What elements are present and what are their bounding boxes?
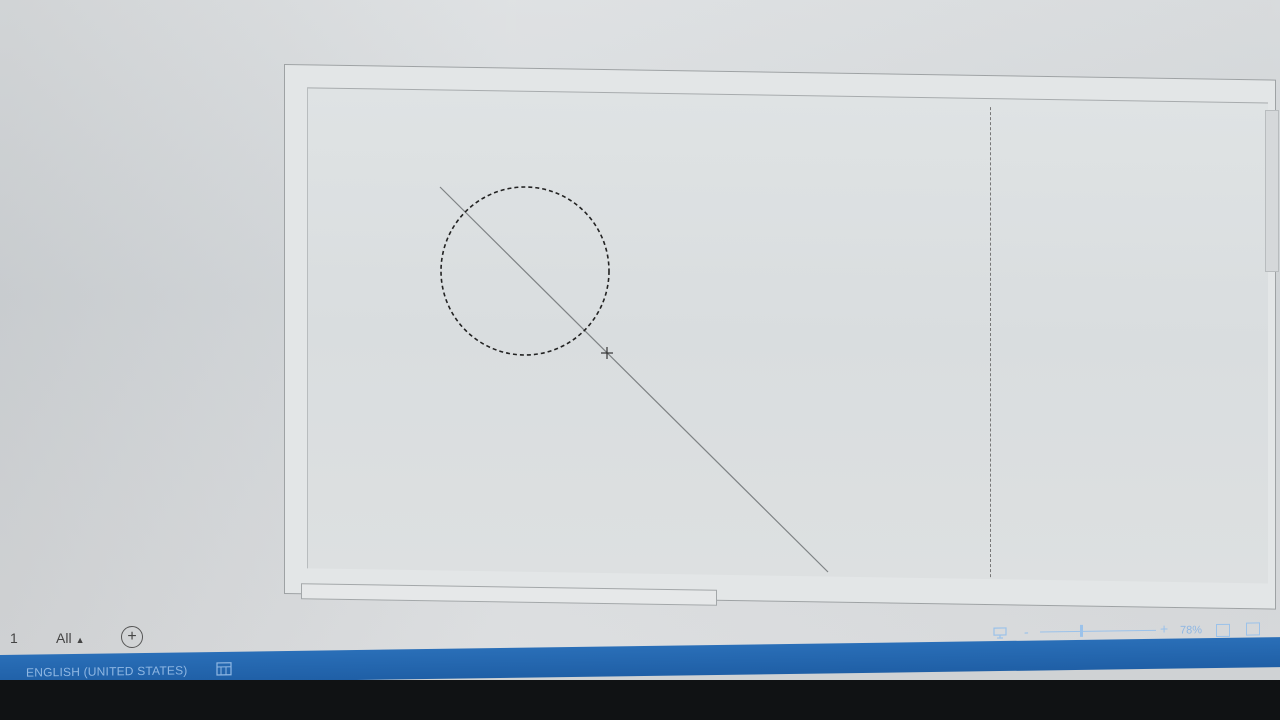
screen-bezel <box>0 680 1280 720</box>
drawing-canvas[interactable] <box>0 0 1280 655</box>
drawing-workspace <box>0 0 1280 655</box>
full-screen-icon[interactable] <box>1246 622 1260 636</box>
tab-all[interactable]: All ▲ <box>56 630 84 646</box>
zoom-out-button[interactable]: - <box>1024 624 1029 640</box>
page-number: 1 <box>10 630 18 646</box>
zoom-slider[interactable]: - + <box>1024 621 1174 640</box>
zoom-track[interactable] <box>1040 629 1156 633</box>
macro-recording-icon[interactable] <box>216 662 232 676</box>
zoom-level[interactable]: 78% <box>1180 624 1202 636</box>
caret-up-icon: ▲ <box>75 635 85 645</box>
plus-circle-icon[interactable]: + <box>121 626 143 648</box>
fit-page-icon[interactable] <box>1216 623 1230 638</box>
language-indicator[interactable]: ENGLISH (UNITED STATES) <box>26 663 188 679</box>
zoom-in-button[interactable]: + <box>1160 621 1168 637</box>
tab-all-label: All <box>56 630 72 646</box>
diagonal-line[interactable] <box>439 186 829 573</box>
zoom-thumb[interactable] <box>1080 624 1083 637</box>
display-settings-icon[interactable] <box>993 627 1007 639</box>
